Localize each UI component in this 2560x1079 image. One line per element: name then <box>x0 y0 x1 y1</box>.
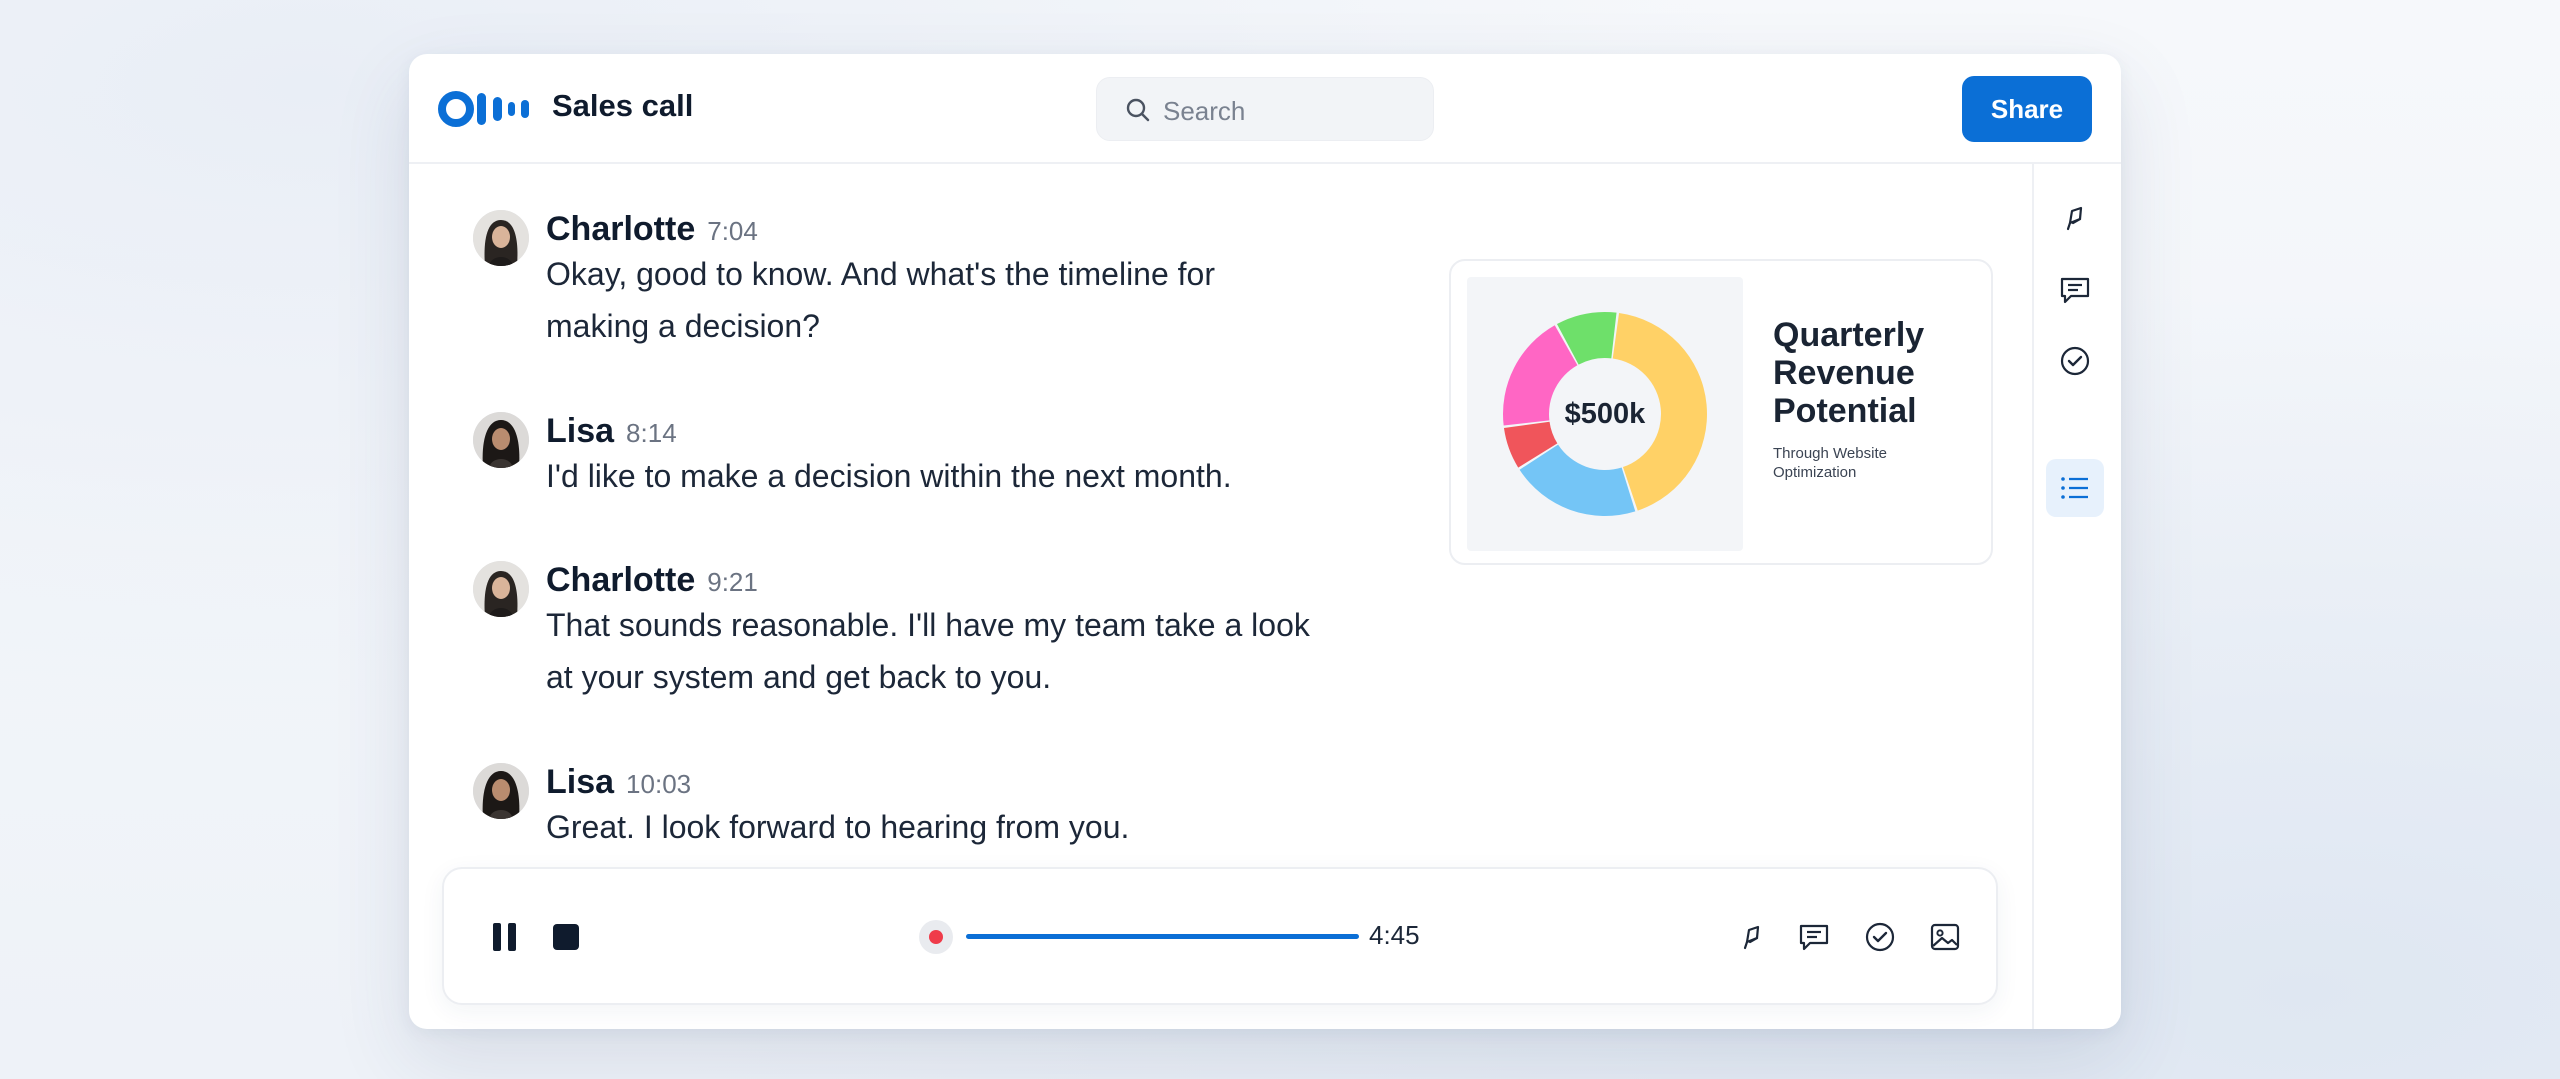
highlight-icon <box>1743 925 1760 950</box>
elapsed-time: 4:45 <box>1369 920 1420 950</box>
avatar-charlotte <box>473 210 529 266</box>
speaker-line: Lisa 8:14 <box>546 412 677 451</box>
message-text[interactable]: Okay, good to know. And what's the timel… <box>546 248 1376 352</box>
stop-button[interactable] <box>550 921 582 953</box>
recording-indicator <box>919 920 953 954</box>
avatar-lisa <box>473 412 529 468</box>
player-comment-button[interactable] <box>1796 919 1832 955</box>
list-icon <box>2061 477 2088 499</box>
speaker-name: Lisa <box>546 412 615 450</box>
donut-chart: $500k <box>1503 312 1707 516</box>
speaker-name: Lisa <box>546 763 615 801</box>
rail-outline-button[interactable] <box>2046 459 2104 517</box>
slide-subtitle-line: Optimization <box>1773 464 1857 481</box>
message-line: I'd like to make a decision within the n… <box>546 458 1232 494</box>
avatar-charlotte <box>473 561 529 617</box>
slide-subtitle: Through Website Optimization <box>1773 444 1913 482</box>
rail-action-items-button[interactable] <box>2046 332 2104 390</box>
slide-card[interactable]: $500k Quarterly Revenue Potential Throug… <box>1449 259 1993 565</box>
player-image-button[interactable] <box>1927 919 1963 955</box>
search-placeholder: Search <box>1163 96 1246 126</box>
speaker-line: Charlotte 7:04 <box>546 210 758 249</box>
speaker-name: Charlotte <box>546 210 696 248</box>
rail-highlight-button[interactable] <box>2046 189 2104 247</box>
pause-icon <box>493 923 516 951</box>
search-icon <box>1126 98 1150 122</box>
slide-title: Quarterly Revenue Potential <box>1773 316 1924 430</box>
speaker-line: Lisa 10:03 <box>546 763 691 802</box>
otter-logo[interactable] <box>438 91 530 127</box>
share-button[interactable]: Share <box>1962 76 2092 142</box>
player-highlight-button[interactable] <box>1734 919 1770 955</box>
header: Sales call Search Share <box>409 54 2121 164</box>
speaker-name: Charlotte <box>546 561 696 599</box>
message-timestamp[interactable]: 7:04 <box>707 216 758 246</box>
page-title: Sales call <box>552 88 694 123</box>
comment-icon <box>1799 924 1829 951</box>
avatar-lisa <box>473 763 529 819</box>
message-timestamp[interactable]: 9:21 <box>707 567 758 597</box>
highlight-icon <box>2066 206 2083 231</box>
message-text[interactable]: That sounds reasonable. I'll have my tea… <box>546 599 1376 703</box>
message-timestamp[interactable]: 8:14 <box>626 418 677 448</box>
donut-center-label: $500k <box>1565 398 1647 430</box>
right-rail <box>2032 164 2121 1029</box>
message-timestamp[interactable]: 10:03 <box>626 769 691 799</box>
playback-bar: 4:45 <box>442 867 1998 1005</box>
message-line: Okay, good to know. And what's the timel… <box>546 256 1215 292</box>
slide-subtitle-line: Through Website <box>1773 445 1887 462</box>
message-text[interactable]: I'd like to make a decision within the n… <box>546 450 1376 502</box>
message-line: making a decision? <box>546 308 820 344</box>
donut-chart-panel: $500k <box>1467 277 1743 551</box>
search-input[interactable]: Search <box>1096 77 1434 141</box>
player-action-item-button[interactable] <box>1862 919 1898 955</box>
message-text[interactable]: Great. I look forward to hearing from yo… <box>546 801 1376 853</box>
speaker-line: Charlotte 9:21 <box>546 561 758 600</box>
message-line: at your system and get back to you. <box>546 659 1052 695</box>
message-line: That sounds reasonable. I'll have my tea… <box>546 607 1310 643</box>
slide-title-line: Quarterly <box>1773 316 1925 354</box>
comment-icon <box>2060 277 2090 304</box>
check-circle-icon <box>1865 922 1895 952</box>
image-icon <box>1930 923 1960 951</box>
slide-title-line: Potential <box>1773 392 1917 430</box>
app-window: Sales call Search Share Charlotte 7:04 Ok… <box>409 54 2121 1029</box>
slide-title-line: Revenue <box>1773 354 1915 392</box>
stop-icon <box>553 924 579 950</box>
check-circle-icon <box>2060 346 2090 376</box>
playback-progress[interactable] <box>966 934 1359 939</box>
rail-comment-button[interactable] <box>2046 261 2104 319</box>
pause-button[interactable] <box>488 919 522 955</box>
message-line: Great. I look forward to hearing from yo… <box>546 809 1130 845</box>
